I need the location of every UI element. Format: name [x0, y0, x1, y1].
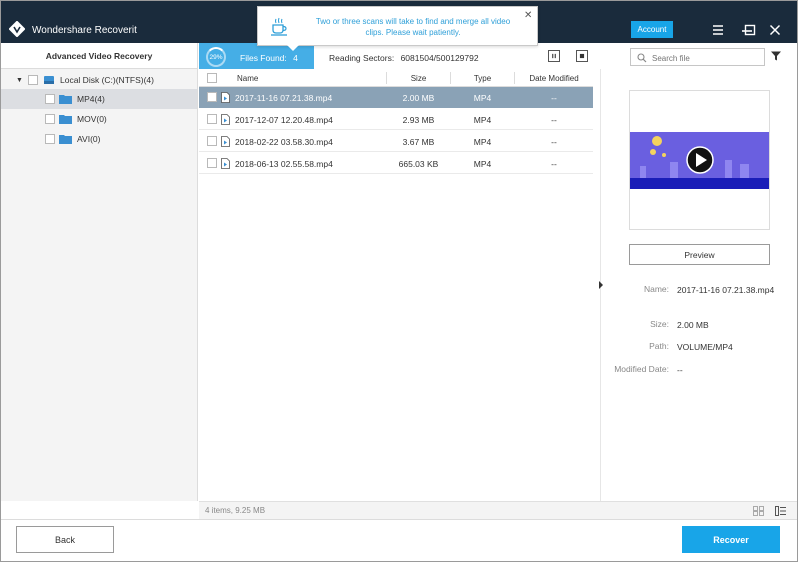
table-row[interactable]: 2018-02-22 03.58.30.mp4 3.67 MB MP4 -- — [199, 131, 593, 152]
coffee-cup-icon — [271, 17, 287, 36]
status-bar: 4 items, 9.25 MB — [199, 501, 797, 519]
reading-sectors: Reading Sectors: 6081504/500129792 — [329, 53, 479, 63]
search-icon — [637, 53, 647, 63]
scan-notification: Two or three scans will take to find and… — [257, 6, 538, 46]
sidebar-header: Advanced Video Recovery — [1, 43, 197, 69]
video-file-icon — [221, 158, 230, 169]
file-size: 2.93 MB — [402, 114, 435, 125]
video-file-icon — [221, 114, 230, 125]
reading-sectors-label: Reading Sectors: — [329, 53, 395, 63]
notification-message: Two or three scans will take to find and… — [315, 17, 511, 37]
video-file-icon — [221, 136, 230, 147]
meta-modified-value: -- — [677, 365, 683, 375]
file-name: 2018-02-22 03.58.30.mp4 — [235, 136, 333, 147]
files-found: Files Found: 4 — [240, 53, 298, 63]
file-table: Name Size Type Date Modified 2017-11-16 … — [199, 69, 593, 501]
pause-icon[interactable] — [548, 50, 560, 62]
grid-view-icon[interactable] — [753, 506, 764, 516]
back-button[interactable]: Back — [16, 526, 114, 553]
files-found-count: 4 — [293, 53, 298, 63]
menu-icon[interactable] — [709, 21, 727, 39]
files-found-label: Files Found: — [240, 53, 287, 63]
folder-label: AVI(0) — [77, 134, 101, 144]
list-view-icon[interactable] — [775, 506, 786, 516]
row-checkbox[interactable] — [207, 92, 217, 102]
row-checkbox[interactable] — [207, 136, 217, 146]
select-all-checkbox[interactable] — [207, 73, 217, 83]
search-box — [630, 48, 765, 66]
tree-item-local-disk[interactable]: ▼ Local Disk (C:)(NTFS)(4) — [1, 70, 197, 90]
video-file-icon — [221, 92, 230, 103]
meta-path-label: Path: — [649, 341, 669, 351]
maximize-icon[interactable] — [741, 21, 759, 39]
stop-icon[interactable] — [576, 50, 588, 62]
row-checkbox[interactable] — [207, 114, 217, 124]
file-name: 2018-06-13 02.55.58.mp4 — [235, 158, 333, 169]
file-size: 665.03 KB — [398, 158, 439, 169]
file-name: 2017-12-07 12.20.48.mp4 — [235, 114, 333, 125]
meta-name-value: 2017-11-16 07.21.38.mp4 — [677, 285, 775, 295]
close-icon[interactable] — [766, 21, 784, 39]
folder-label: MOV(0) — [77, 114, 107, 124]
file-type: MP4 — [473, 136, 492, 147]
file-type: MP4 — [473, 114, 492, 125]
recover-button[interactable]: Recover — [682, 526, 780, 553]
app-window: Wondershare Recoverit Account Two or thr… — [0, 0, 798, 562]
file-modified: -- — [551, 158, 557, 169]
folder-icon — [59, 95, 72, 104]
meta-path-value: VOLUME/MP4 — [677, 342, 733, 352]
drive-icon — [44, 76, 54, 84]
preview-button[interactable]: Preview — [629, 244, 770, 265]
video-thumbnail — [629, 90, 770, 230]
file-modified: -- — [551, 136, 557, 147]
tree-item-mp4[interactable]: MP4(4) — [1, 89, 197, 109]
meta-name-label: Name: — [643, 284, 669, 294]
items-summary: 4 items, 9.25 MB — [205, 506, 266, 515]
thumbnail-image — [630, 132, 769, 189]
account-button[interactable]: Account — [631, 21, 673, 38]
notification-pointer — [287, 45, 299, 51]
mov-checkbox[interactable] — [45, 114, 55, 124]
filter-icon[interactable] — [770, 50, 782, 62]
local-disk-label: Local Disk (C:)(NTFS)(4) — [60, 75, 154, 85]
meta-size-label: Size: — [650, 319, 669, 329]
row-checkbox[interactable] — [207, 158, 217, 168]
file-modified: -- — [551, 92, 557, 103]
folder-icon — [59, 135, 72, 144]
column-type[interactable]: Type — [451, 69, 514, 87]
file-size: 2.00 MB — [402, 92, 435, 103]
meta-size-value: 2.00 MB — [677, 320, 709, 330]
table-header: Name Size Type Date Modified — [199, 69, 593, 87]
column-name[interactable]: Name — [237, 69, 258, 87]
app-logo-icon — [9, 21, 25, 37]
search-input[interactable] — [652, 52, 760, 64]
chevron-down-icon[interactable]: ▼ — [16, 77, 23, 84]
column-date-modified[interactable]: Date Modified — [515, 69, 593, 87]
progress-percent: 29% — [206, 47, 226, 67]
sidebar: Advanced Video Recovery ▼ Local Disk (C:… — [1, 43, 198, 501]
file-modified: -- — [551, 114, 557, 125]
folder-icon — [59, 115, 72, 124]
reading-sectors-value: 6081504/500129792 — [400, 53, 479, 63]
notification-close-icon[interactable]: ✕ — [524, 10, 532, 21]
table-row[interactable]: 2018-06-13 02.55.58.mp4 665.03 KB MP4 -- — [199, 153, 593, 174]
column-size[interactable]: Size — [387, 69, 450, 87]
tree-item-mov[interactable]: MOV(0) — [1, 109, 197, 129]
tree-item-avi[interactable]: AVI(0) — [1, 129, 197, 149]
table-row[interactable]: 2017-12-07 12.20.48.mp4 2.93 MB MP4 -- — [199, 109, 593, 130]
bottom-bar: Back Recover — [1, 519, 797, 561]
file-type: MP4 — [473, 92, 492, 103]
file-type: MP4 — [473, 158, 492, 169]
folder-label: MP4(4) — [77, 94, 105, 104]
local-disk-checkbox[interactable] — [28, 75, 38, 85]
meta-modified-label: Modified Date: — [614, 364, 669, 374]
app-title: Wondershare Recoverit — [32, 25, 137, 36]
file-size: 3.67 MB — [402, 136, 435, 147]
mp4-checkbox[interactable] — [45, 94, 55, 104]
avi-checkbox[interactable] — [45, 134, 55, 144]
table-row[interactable]: 2017-11-16 07.21.38.mp4 2.00 MB MP4 -- — [199, 87, 593, 108]
file-name: 2017-11-16 07.21.38.mp4 — [235, 92, 333, 103]
